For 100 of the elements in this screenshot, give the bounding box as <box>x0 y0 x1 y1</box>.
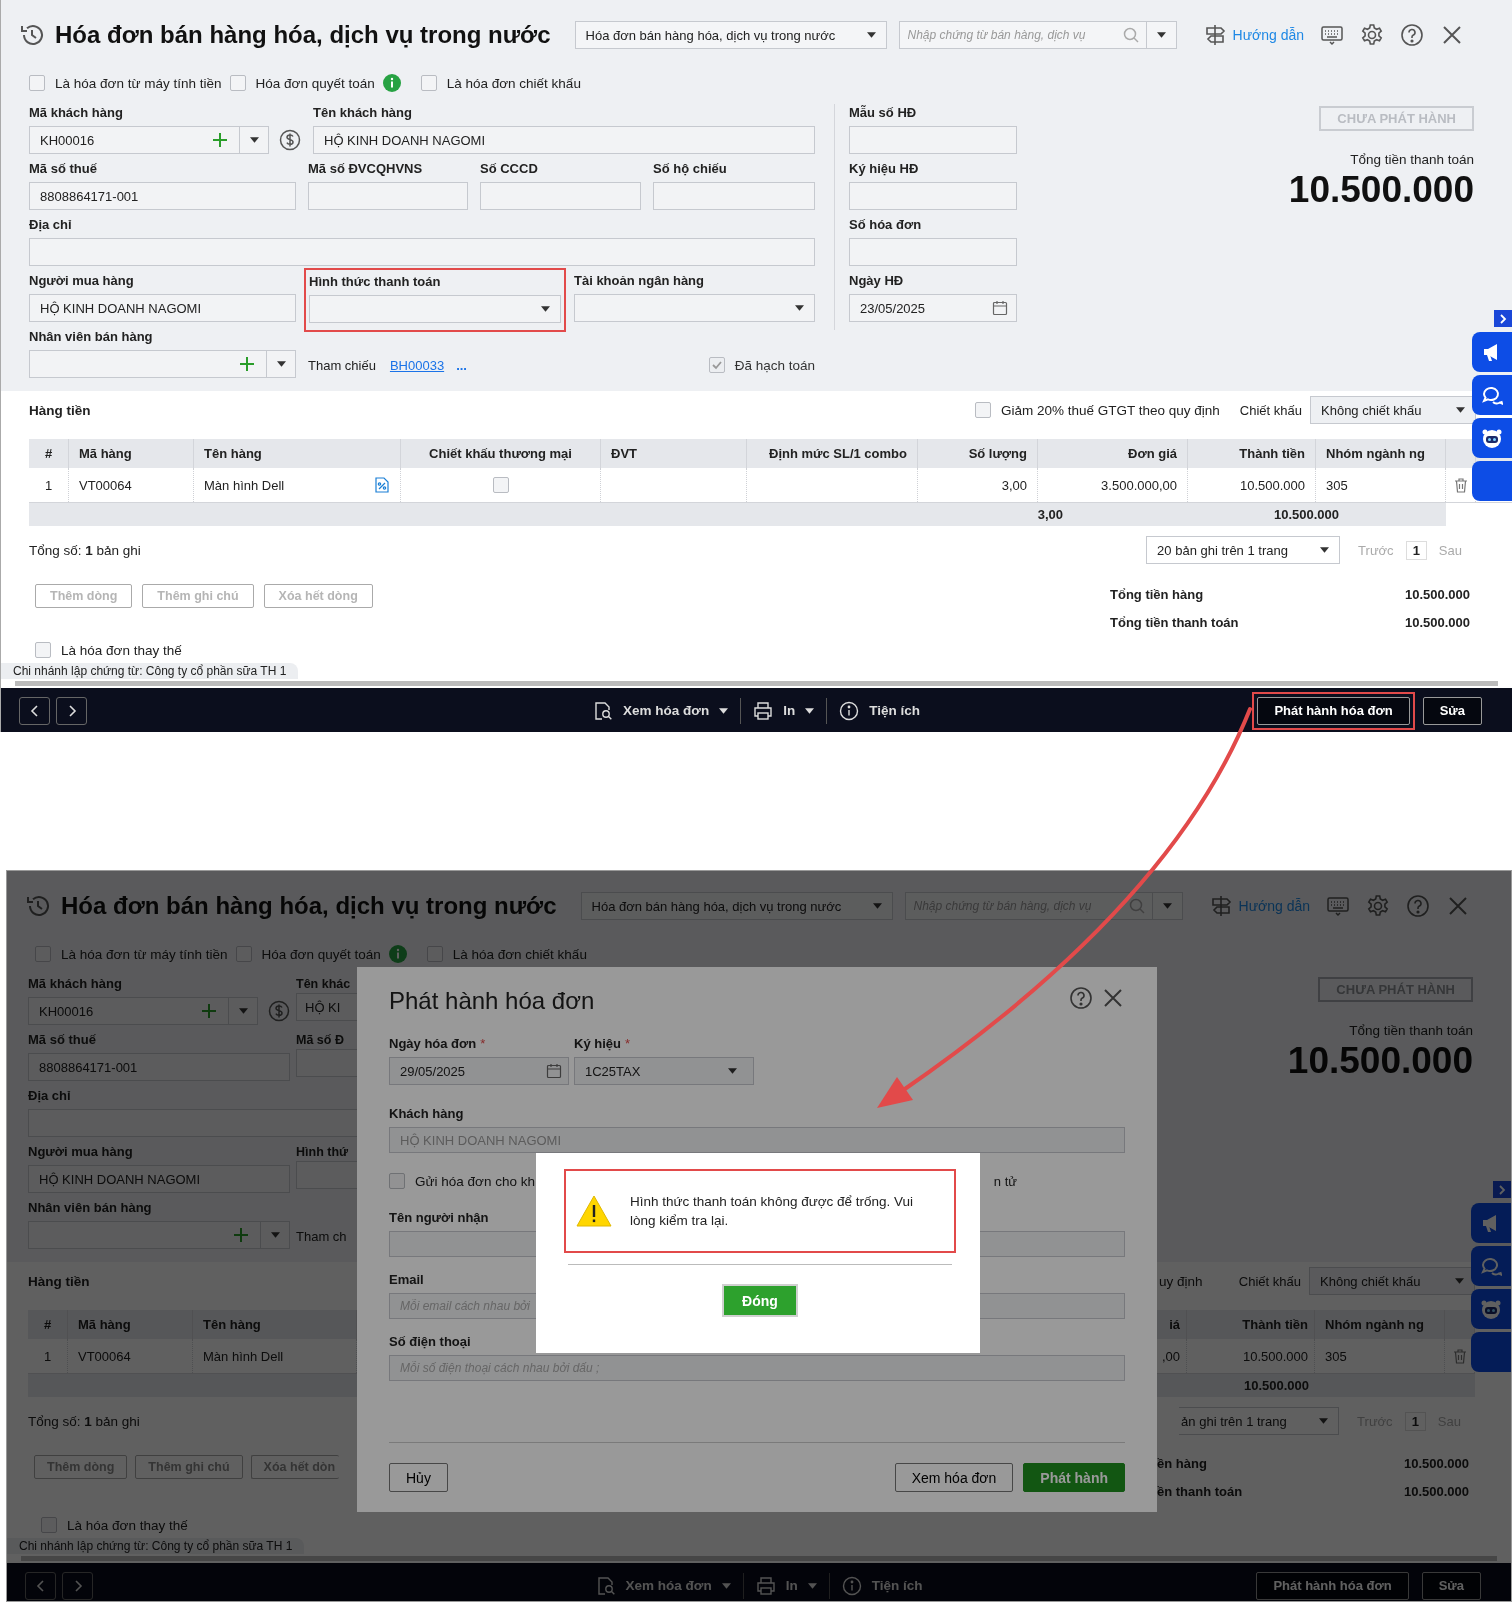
announcement-button[interactable] <box>1472 332 1512 372</box>
toolbar-button[interactable]: Xem hóa đơn <box>583 1572 743 1599</box>
toolbar-button[interactable]: In <box>740 697 827 724</box>
text-field[interactable]: 8808864171-001 <box>29 182 296 210</box>
expand-tab[interactable] <box>1494 310 1512 327</box>
text-field[interactable] <box>653 182 815 210</box>
plus-icon[interactable] <box>240 357 254 371</box>
checkbox[interactable] <box>229 75 246 91</box>
combo-field[interactable] <box>28 1221 290 1249</box>
help-icon[interactable] <box>1069 986 1093 1010</box>
text-field[interactable] <box>849 126 1017 154</box>
guide-link[interactable]: Hướng dẫn <box>1232 27 1304 43</box>
issue-button[interactable]: Phát hành <box>1023 1463 1125 1492</box>
cancel-button[interactable]: Hủy <box>389 1463 448 1492</box>
keyboard-icon[interactable] <box>1326 894 1350 918</box>
date-field[interactable]: 29/05/2025 <box>389 1057 569 1085</box>
checkbox[interactable] <box>29 75 45 91</box>
select-field[interactable] <box>309 295 561 323</box>
dollar-icon[interactable] <box>279 129 301 151</box>
invoice-type-select[interactable]: Hóa đơn bán hàng hóa, dịch vụ trong nước <box>574 21 887 49</box>
checkbox[interactable] <box>974 402 991 418</box>
text-field[interactable]: HỘ KI <box>296 993 357 1021</box>
discount-select[interactable]: Không chiết khấu <box>1310 396 1476 424</box>
field-label: Số điện thoại <box>389 1333 471 1351</box>
text-field[interactable] <box>849 238 1017 266</box>
select-field[interactable] <box>574 294 815 322</box>
announcement-button[interactable] <box>1471 1203 1511 1243</box>
caret-icon[interactable] <box>276 361 286 367</box>
calendar-icon[interactable] <box>992 300 1008 316</box>
text-field[interactable] <box>308 182 468 210</box>
search-field[interactable]: Nhập chứng từ bán hàng, dịch vụ <box>898 21 1147 49</box>
text-field[interactable] <box>849 182 1017 210</box>
checkbox[interactable] <box>708 357 725 373</box>
checkbox[interactable] <box>420 75 437 91</box>
plus-icon[interactable] <box>213 133 227 147</box>
text-field[interactable]: 8808864171-001 <box>28 1053 290 1081</box>
date-field[interactable]: 23/05/2025 <box>849 294 1017 322</box>
keyboard-icon[interactable] <box>1320 23 1344 47</box>
checkbox[interactable] <box>492 477 509 493</box>
checkbox[interactable] <box>35 642 51 658</box>
text-field[interactable]: HỘ KINH DOANH NAGOMI <box>29 294 296 322</box>
settings-icon[interactable] <box>1360 23 1384 47</box>
horizontal-scrollbar[interactable] <box>21 1554 1497 1563</box>
previous-page-link[interactable]: Trước <box>1358 542 1394 558</box>
toolbar-button[interactable]: In <box>742 1572 829 1599</box>
search-dropdown-button[interactable] <box>1152 892 1183 920</box>
info-icon[interactable] <box>382 74 401 92</box>
chat-button[interactable] <box>1472 375 1512 415</box>
search-icon[interactable] <box>1122 27 1139 43</box>
caret-icon[interactable] <box>249 137 259 143</box>
plus-icon[interactable] <box>234 1228 248 1242</box>
issue-invoice-button[interactable]: Phát hành hóa đơn <box>1257 696 1410 725</box>
page-number[interactable]: 1 <box>1404 1411 1426 1431</box>
page-number[interactable]: 1 <box>1405 540 1427 560</box>
toolbar-button[interactable]: Tiện ích <box>826 697 932 724</box>
text-field[interactable] <box>296 1049 357 1077</box>
guide-link[interactable]: Hướng dẫn <box>1238 898 1310 914</box>
history-icon[interactable] <box>19 22 45 48</box>
discount-select[interactable]: Không chiết khấu <box>1309 1267 1475 1295</box>
issue-invoice-button[interactable]: Phát hành hóa đơn <box>1256 1571 1409 1600</box>
combo-field[interactable] <box>29 350 296 378</box>
field-label: Địa chỉ <box>29 216 73 234</box>
more-link[interactable]: ... <box>456 357 467 373</box>
assistant-button[interactable] <box>1472 418 1512 458</box>
field-label: Mã số ĐVCQHVNS <box>308 160 424 178</box>
info-icon[interactable] <box>388 945 407 963</box>
invoice-type-select[interactable]: Hóa đơn bán hàng hóa, dịch vụ trong nước <box>580 892 893 920</box>
checkbox[interactable] <box>389 1173 405 1189</box>
search-icon[interactable] <box>1128 898 1145 914</box>
close-button[interactable]: Đóng <box>722 1284 798 1317</box>
text-field[interactable]: HỘ KINH DOANH NAGOMI <box>313 126 815 154</box>
toolbar-button[interactable]: Tiện ích <box>828 1572 935 1599</box>
next-page-link[interactable]: Sau <box>1438 542 1462 558</box>
chat-button[interactable] <box>1471 1246 1511 1286</box>
horizontal-scrollbar[interactable] <box>15 679 1498 688</box>
edit-button[interactable]: Sửa <box>1421 1571 1481 1600</box>
calendar-icon[interactable] <box>546 1063 562 1079</box>
discount-icon[interactable] <box>374 477 390 493</box>
text-field[interactable] <box>29 238 815 266</box>
text-field[interactable] <box>480 182 641 210</box>
reference-link[interactable]: BH00033 <box>389 357 445 373</box>
combo-field[interactable]: KH00016 <box>28 997 258 1025</box>
page-size-select[interactable]: ản ghi trên 1 trang <box>1179 1407 1340 1435</box>
edit-button[interactable]: Sửa <box>1422 696 1482 725</box>
text-field[interactable]: HỘ KINH DOANH NAGOMI <box>28 1165 290 1193</box>
trash-icon[interactable] <box>1451 1348 1468 1364</box>
previous-button[interactable] <box>19 696 50 725</box>
select-field[interactable]: 1C25TAX <box>574 1057 754 1085</box>
combo-field[interactable]: KH00016 <box>29 126 269 154</box>
page-size-select[interactable]: 20 bản ghi trên 1 trang <box>1146 536 1341 564</box>
trash-icon[interactable] <box>1452 477 1469 493</box>
text-field[interactable] <box>296 1161 357 1189</box>
preview-button[interactable]: Xem hóa đơn <box>894 1463 1014 1492</box>
toolbar-button[interactable]: Xem hóa đơn <box>581 697 741 724</box>
plus-icon[interactable] <box>202 1004 216 1018</box>
checkbox[interactable] <box>41 1517 57 1533</box>
help-icon[interactable] <box>1400 23 1424 47</box>
text-field[interactable] <box>28 1109 357 1137</box>
search-dropdown-button[interactable] <box>1146 21 1177 49</box>
next-button[interactable] <box>56 696 87 725</box>
